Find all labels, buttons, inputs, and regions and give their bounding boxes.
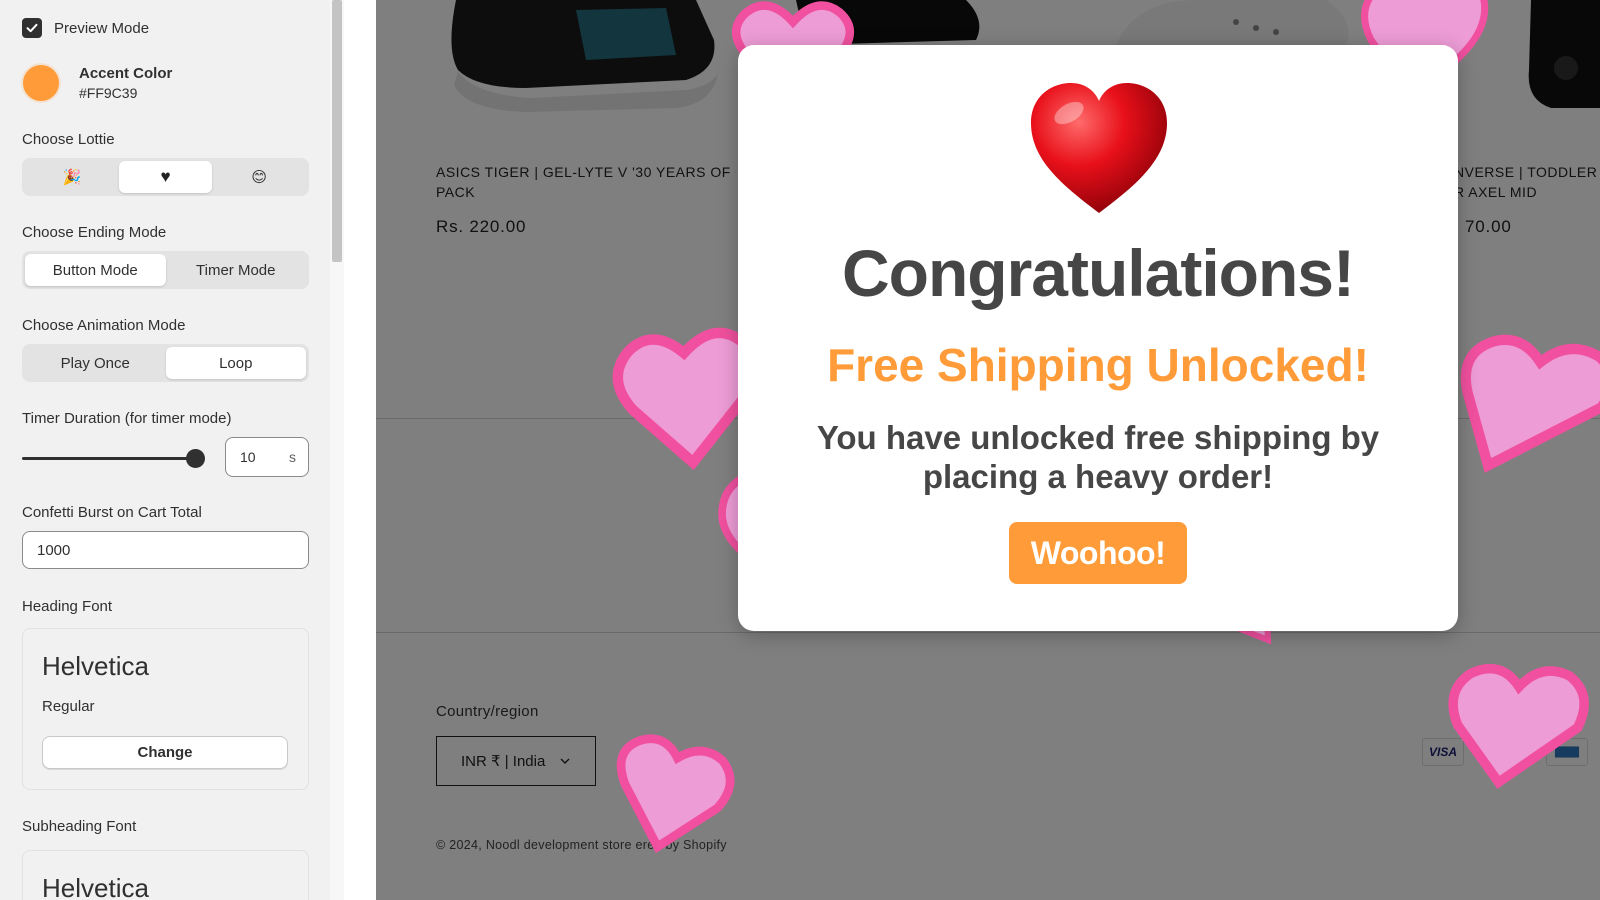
heart-confetti-icon (616, 734, 735, 853)
preview-mode-label: Preview Mode (54, 19, 150, 37)
heart-confetti-icon (612, 327, 756, 470)
lottie-option-heart[interactable]: ♥ (118, 161, 213, 193)
timer-duration-value: 10 (240, 449, 256, 465)
lottie-option-smile[interactable]: 😊 (212, 161, 306, 193)
accent-color-hex: #FF9C39 (79, 85, 138, 101)
animation-mode-label: Choose Animation Mode (22, 317, 186, 334)
ending-mode-button[interactable]: Button Mode (25, 254, 166, 286)
lottie-label: Choose Lottie (22, 131, 115, 148)
preview-mode-checkbox[interactable] (22, 18, 42, 38)
panel-gap (344, 0, 376, 900)
heading-font-label: Heading Font (22, 598, 113, 615)
sidebar-scrollbar-thumb[interactable] (332, 0, 342, 262)
timer-slider-thumb[interactable] (186, 449, 205, 468)
confetti-total-label: Confetti Burst on Cart Total (22, 504, 202, 521)
lottie-option-party[interactable]: 🎉 (25, 161, 119, 193)
woohoo-button[interactable]: Woohoo! (1009, 522, 1187, 584)
accent-color-swatch[interactable] (21, 63, 61, 103)
subheading-font-card: Helvetica (22, 850, 309, 900)
modal-body-text: You have unlocked free shipping by placi… (816, 419, 1380, 495)
heart-lottie-icon (1031, 83, 1167, 213)
animation-mode-play-once[interactable]: Play Once (25, 347, 166, 379)
timer-duration-label: Timer Duration (for timer mode) (22, 410, 232, 427)
lottie-selector: 🎉 ♥ 😊 (22, 158, 309, 196)
heading-font-style: Regular (42, 698, 95, 715)
heading-font-card: Helvetica Regular Change (22, 628, 309, 790)
store-preview: ASICS TIGER | GEL-LYTE V '30 YEARS OF GE… (376, 0, 1600, 900)
subheading-font-name: Helvetica (42, 873, 149, 900)
sidebar-scrollbar[interactable] (330, 0, 344, 900)
heading-font-change-button[interactable]: Change (42, 736, 288, 769)
subheading-font-label: Subheading Font (22, 818, 137, 835)
animation-mode-loop[interactable]: Loop (165, 347, 306, 379)
heart-icon: ♥ (160, 167, 171, 186)
ending-mode-label: Choose Ending Mode (22, 224, 167, 241)
settings-sidebar: Preview Mode Accent Color #FF9C39 Choose… (0, 0, 330, 900)
accent-color-label: Accent Color (79, 65, 173, 82)
heading-font-name: Helvetica (42, 651, 149, 681)
party-popper-icon: 🎉 (62, 169, 82, 186)
celebration-modal: Congratulations! Free Shipping Unlocked!… (738, 45, 1458, 631)
accent-color-row[interactable]: Accent Color #FF9C39 (21, 63, 172, 103)
ending-mode-timer[interactable]: Timer Mode (166, 254, 307, 286)
timer-unit-suffix: s (289, 449, 296, 465)
confetti-total-input[interactable]: 1000 (22, 531, 309, 569)
modal-subtitle: Free Shipping Unlocked! (827, 339, 1369, 391)
animation-mode-selector: Play Once Loop (22, 344, 309, 382)
modal-title: Congratulations! (842, 236, 1355, 310)
smile-icon: 😊 (251, 169, 267, 186)
heart-confetti-icon (1460, 334, 1600, 473)
preview-mode-toggle[interactable]: Preview Mode (22, 18, 149, 38)
checkmark-icon (26, 23, 38, 33)
ending-mode-selector: Button Mode Timer Mode (22, 251, 309, 289)
timer-slider-track[interactable] (22, 457, 195, 460)
heart-confetti-icon (1448, 663, 1589, 789)
timer-duration-field[interactable]: 10 s (225, 437, 309, 477)
